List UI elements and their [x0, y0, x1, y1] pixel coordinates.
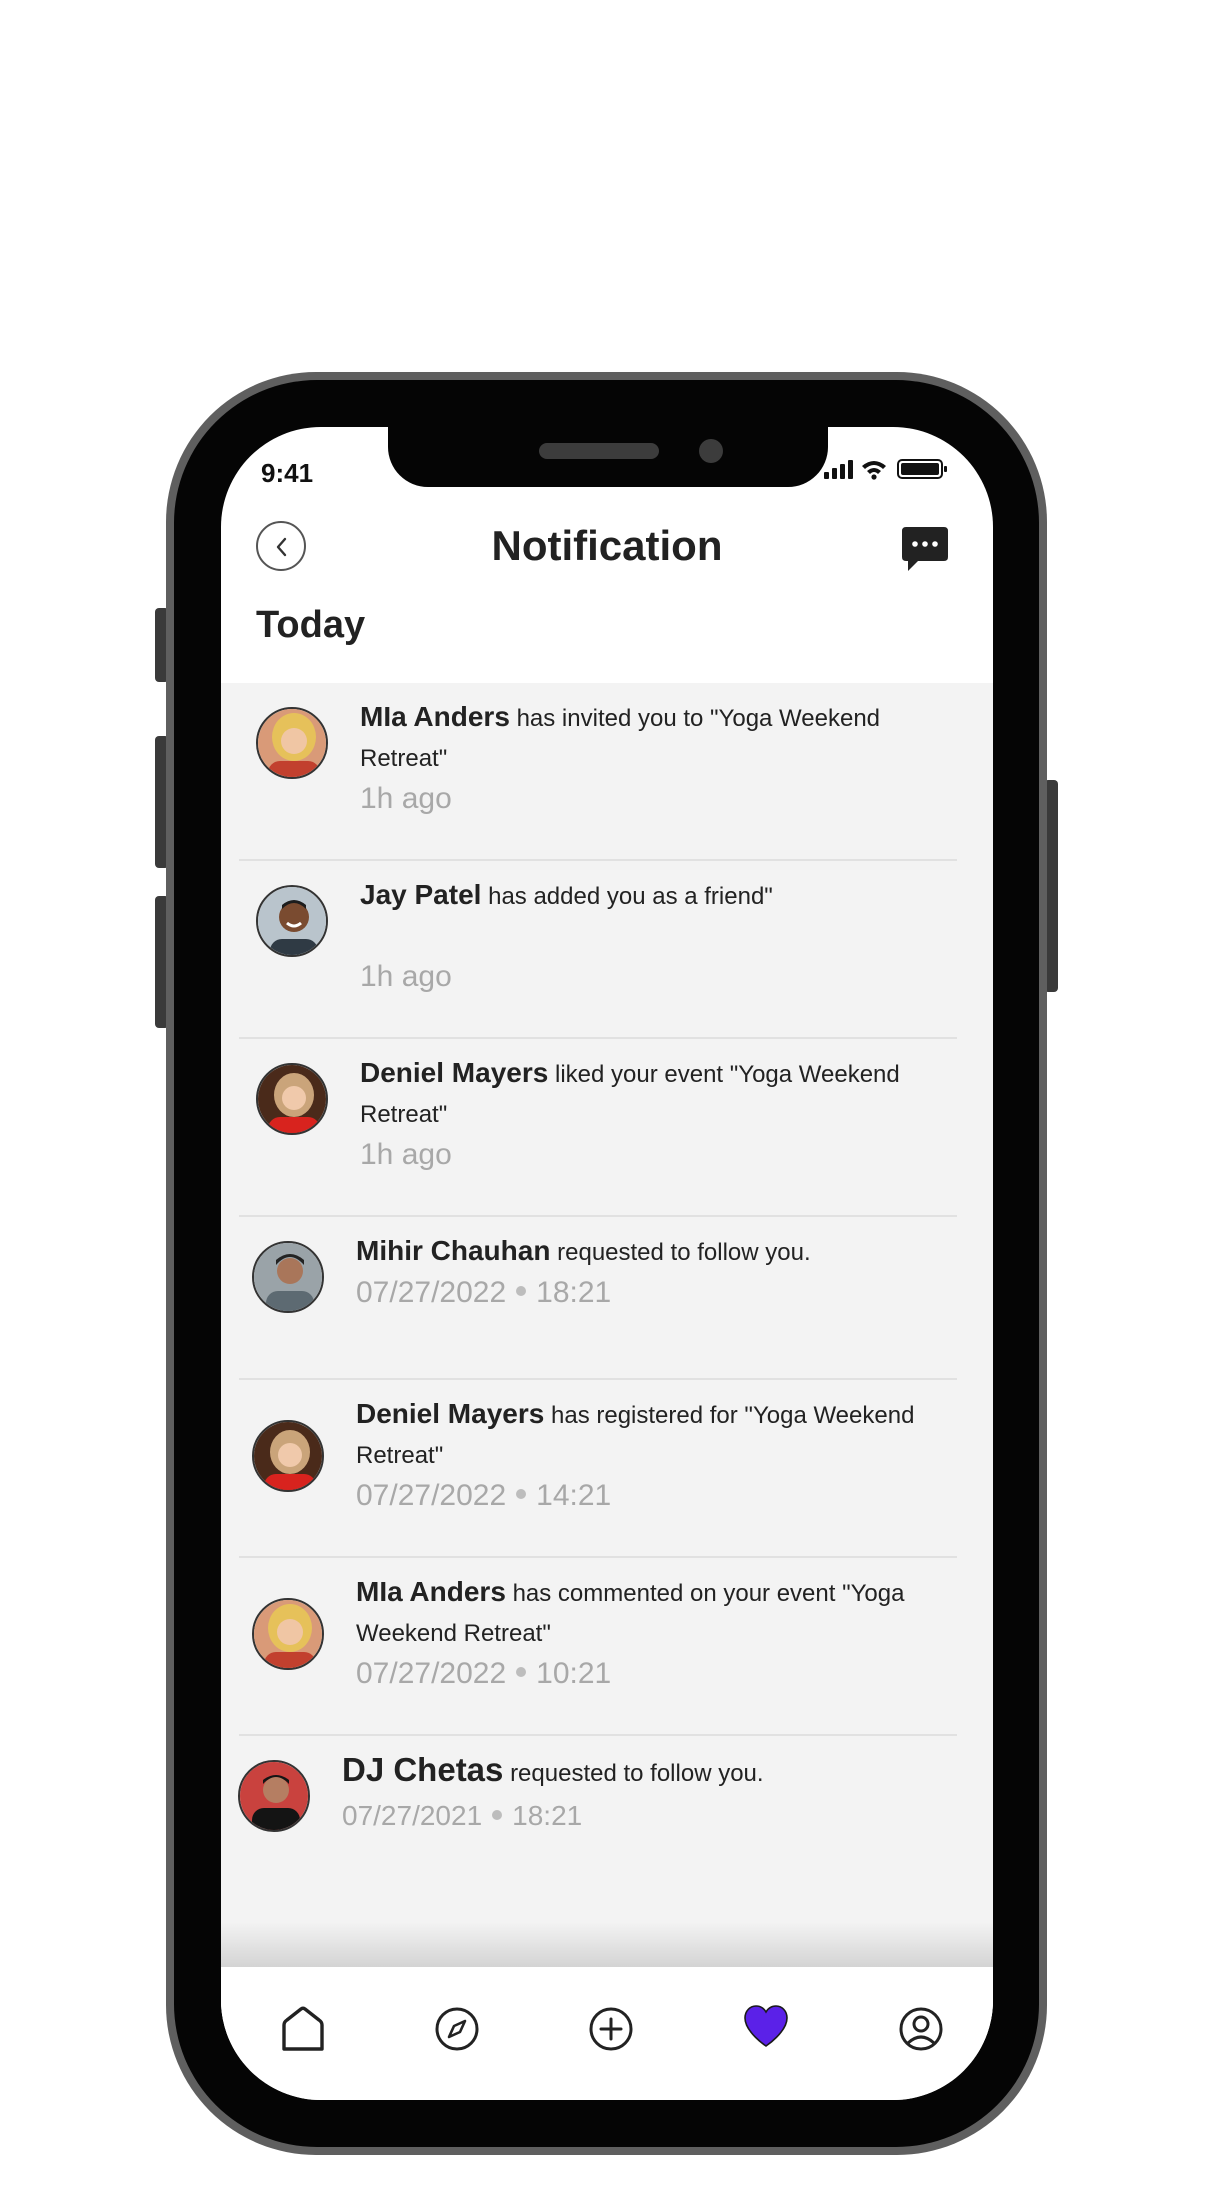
notification-text: DJ Chetas requested to follow you.	[342, 1750, 942, 1794]
notification-name: MIa Anders	[356, 1576, 506, 1607]
page-title: Notification	[491, 522, 723, 569]
section-title-today: Today	[256, 604, 366, 646]
add-icon[interactable]	[587, 2005, 635, 2053]
notification-item[interactable]: Deniel Mayers liked your event "Yoga Wee…	[221, 1039, 993, 1217]
notification-item[interactable]: Mihir Chauhan requested to follow you. 0…	[221, 1217, 993, 1380]
notification-message: requested to follow you.	[557, 1239, 811, 1266]
notification-clock: 18:21	[536, 1276, 612, 1309]
notch	[388, 427, 828, 487]
heart-icon[interactable]	[742, 2003, 790, 2051]
notification-item[interactable]: DJ Chetas requested to follow you. 07/27…	[221, 1736, 993, 1876]
notification-item[interactable]: MIa Anders has invited you to "Yoga Week…	[221, 683, 993, 861]
notification-name: MIa Anders	[360, 701, 510, 732]
notification-date: 07/27/2022	[356, 1479, 507, 1512]
avatar	[238, 1760, 310, 1832]
notification-time: 1h ago	[360, 960, 452, 993]
notification-name: Mihir Chauhan	[356, 1235, 551, 1266]
avatar	[256, 707, 328, 779]
notification-time: 07/27/2021 18:21	[342, 1796, 582, 1836]
notification-clock: 10:21	[536, 1657, 612, 1690]
home-icon[interactable]	[279, 2005, 327, 2053]
notification-text: Deniel Mayers liked your event "Yoga Wee…	[360, 1053, 960, 1135]
notification-text: MIa Anders has invited you to "Yoga Week…	[360, 697, 960, 779]
avatar	[252, 1420, 324, 1492]
front-camera	[699, 439, 723, 463]
screen: 9:41 Notification Today MIa Anders has i…	[221, 427, 993, 2100]
nav-shadow	[221, 1922, 993, 1967]
dot-separator	[516, 1667, 527, 1678]
notification-time: 07/27/2022 10:21	[356, 1654, 611, 1694]
notification-text: Mihir Chauhan requested to follow you.	[356, 1231, 956, 1273]
cellular-signal-icon	[824, 460, 853, 479]
status-time: 9:41	[261, 458, 314, 488]
avatar	[256, 1063, 328, 1135]
notification-time: 1h ago	[360, 782, 452, 815]
notification-message: requested to follow you.	[510, 1760, 764, 1787]
battery-icon	[897, 459, 947, 479]
dot-separator	[492, 1809, 503, 1820]
notification-clock: 18:21	[512, 1800, 583, 1831]
notification-name: Deniel Mayers	[356, 1398, 545, 1429]
notification-text: MIa Anders has commented on your event "…	[356, 1572, 956, 1654]
notification-message: has added you as a friend"	[488, 883, 773, 910]
avatar	[252, 1241, 324, 1313]
notification-date: 07/27/2021	[342, 1800, 483, 1831]
notification-text: Deniel Mayers has registered for "Yoga W…	[356, 1394, 966, 1476]
notification-item[interactable]: MIa Anders has commented on your event "…	[221, 1558, 993, 1736]
notification-name: DJ Chetas	[342, 1751, 504, 1788]
avatar	[256, 885, 328, 957]
speaker	[539, 443, 659, 459]
notification-time: 1h ago	[360, 1138, 452, 1171]
avatar	[252, 1598, 324, 1670]
dot-separator	[516, 1489, 527, 1500]
notification-text: Jay Patel has added you as a friend"	[360, 875, 960, 917]
notification-item[interactable]: Deniel Mayers has registered for "Yoga W…	[221, 1380, 993, 1558]
profile-icon[interactable]	[897, 2005, 945, 2053]
notification-time: 07/27/2022 18:21	[356, 1273, 611, 1313]
chat-icon[interactable]	[900, 525, 950, 573]
dot-separator	[516, 1286, 527, 1297]
notification-name: Deniel Mayers	[360, 1057, 549, 1088]
notification-list: MIa Anders has invited you to "Yoga Week…	[221, 683, 993, 2063]
notification-date: 07/27/2022	[356, 1276, 507, 1309]
notification-name: Jay Patel	[360, 879, 482, 910]
notification-time: 07/27/2022 14:21	[356, 1476, 611, 1516]
notification-clock: 14:21	[536, 1479, 612, 1512]
notification-date: 07/27/2022	[356, 1657, 507, 1690]
explore-icon[interactable]	[433, 2005, 481, 2053]
notification-item[interactable]: Jay Patel has added you as a friend" 1h …	[221, 861, 993, 1039]
status-icons	[824, 459, 947, 480]
bottom-nav	[221, 1967, 993, 2100]
wifi-icon	[862, 461, 886, 480]
